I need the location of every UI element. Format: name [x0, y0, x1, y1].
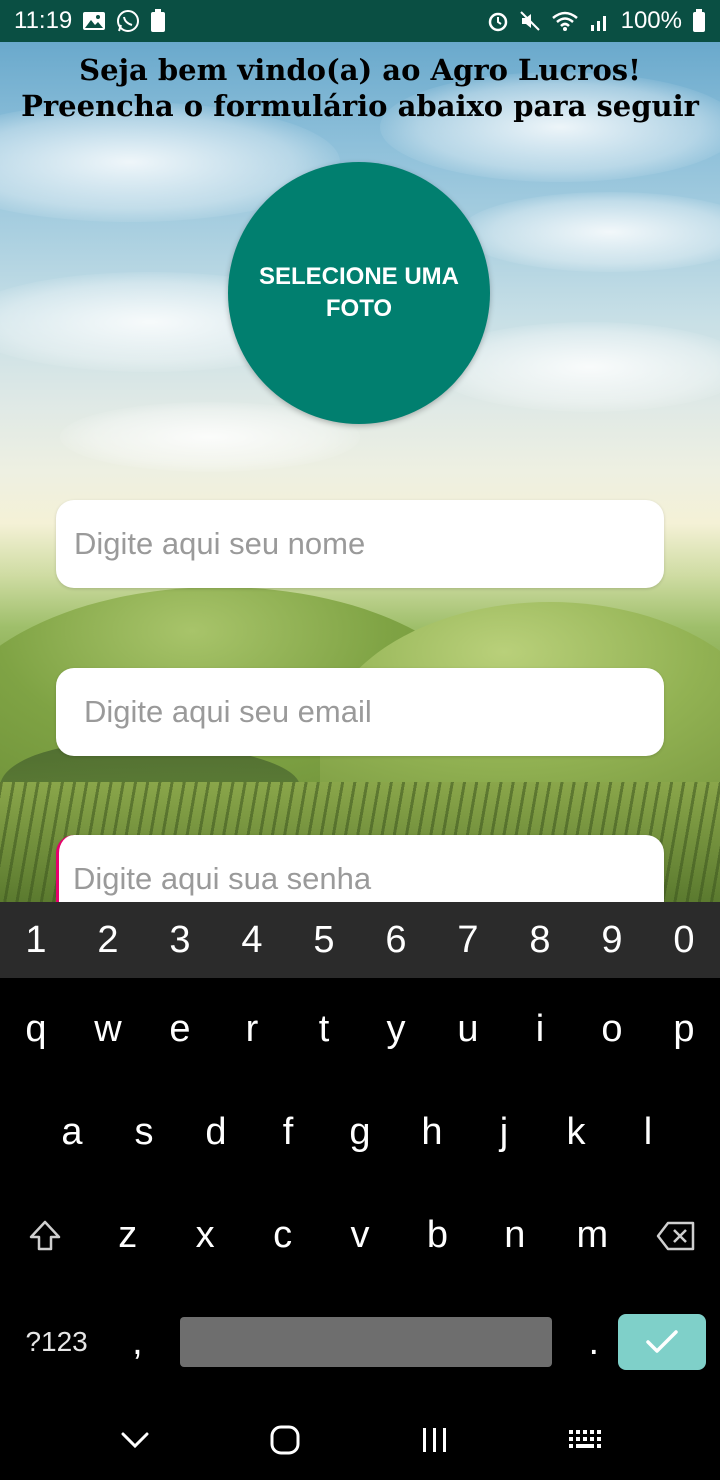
- key-c[interactable]: c: [244, 1214, 321, 1257]
- keyboard-row-asdf: a s d f g h j k l: [0, 1081, 720, 1184]
- key-s[interactable]: s: [108, 1111, 180, 1154]
- key-q[interactable]: q: [0, 1008, 72, 1051]
- recents-button[interactable]: [395, 1410, 475, 1470]
- key-j[interactable]: j: [468, 1111, 540, 1154]
- key-6[interactable]: 6: [360, 919, 432, 962]
- backspace-key[interactable]: [631, 1220, 720, 1252]
- back-chevron-icon: [121, 1432, 149, 1449]
- key-5[interactable]: 5: [288, 919, 360, 962]
- key-y[interactable]: y: [360, 1008, 432, 1051]
- key-z[interactable]: z: [89, 1214, 166, 1257]
- key-9[interactable]: 9: [576, 919, 648, 962]
- key-g[interactable]: g: [324, 1111, 396, 1154]
- home-icon: [270, 1425, 300, 1455]
- gallery-icon: [82, 11, 106, 31]
- key-o[interactable]: o: [576, 1008, 648, 1051]
- checkmark-icon: [646, 1330, 678, 1353]
- keyboard-toggle-button[interactable]: [545, 1410, 625, 1470]
- comma-key[interactable]: ,: [113, 1321, 162, 1364]
- period-key[interactable]: .: [570, 1321, 619, 1364]
- key-3[interactable]: 3: [144, 919, 216, 962]
- key-0[interactable]: 0: [648, 919, 720, 962]
- backspace-icon: [656, 1221, 694, 1250]
- shift-icon: [29, 1220, 60, 1250]
- key-d[interactable]: d: [180, 1111, 252, 1154]
- welcome-subtitle: Preencha o formulário abaixo para seguir: [21, 89, 699, 123]
- key-i[interactable]: i: [504, 1008, 576, 1051]
- shift-key[interactable]: [0, 1218, 89, 1254]
- key-v[interactable]: v: [321, 1214, 398, 1257]
- home-button[interactable]: [245, 1410, 325, 1470]
- key-u[interactable]: u: [432, 1008, 504, 1051]
- recents-icon: [423, 1428, 446, 1452]
- battery-percent: 100%: [620, 7, 682, 34]
- welcome-title: Seja bem vindo(a) ao Agro Lucros!: [79, 53, 641, 87]
- keyboard-row-qwerty: q w e r t y u i o p: [0, 978, 720, 1081]
- navigation-bar: [0, 1400, 720, 1480]
- key-k[interactable]: k: [540, 1111, 612, 1154]
- signal-icon: [589, 10, 611, 32]
- alarm-icon: [487, 10, 509, 32]
- space-key[interactable]: [179, 1317, 552, 1367]
- wifi-icon: [551, 10, 579, 32]
- key-h[interactable]: h: [396, 1111, 468, 1154]
- background-cloud: [460, 192, 720, 272]
- key-e[interactable]: e: [144, 1008, 216, 1051]
- welcome-heading: Seja bem vindo(a) ao Agro Lucros! Preenc…: [0, 52, 720, 124]
- back-button[interactable]: [95, 1410, 175, 1470]
- key-b[interactable]: b: [399, 1214, 476, 1257]
- keyboard-number-row: 1 2 3 4 5 6 7 8 9 0: [0, 902, 720, 978]
- key-4[interactable]: 4: [216, 919, 288, 962]
- keyboard-icon: [569, 1430, 601, 1448]
- key-2[interactable]: 2: [72, 919, 144, 962]
- name-field[interactable]: [56, 500, 664, 588]
- key-7[interactable]: 7: [432, 919, 504, 962]
- soft-keyboard: 1 2 3 4 5 6 7 8 9 0 q w e r t y u i o p …: [0, 902, 720, 1400]
- key-8[interactable]: 8: [504, 919, 576, 962]
- select-photo-button[interactable]: SELECIONE UMA FOTO: [228, 162, 490, 424]
- password-field[interactable]: [56, 835, 664, 902]
- key-a[interactable]: a: [36, 1111, 108, 1154]
- key-1[interactable]: 1: [0, 919, 72, 962]
- key-r[interactable]: r: [216, 1008, 288, 1051]
- symbols-key[interactable]: ?123: [0, 1326, 113, 1358]
- key-x[interactable]: x: [166, 1214, 243, 1257]
- keyboard-row-zxcv: z x c v b n m: [0, 1184, 720, 1287]
- signup-screen: Seja bem vindo(a) ao Agro Lucros! Preenc…: [0, 42, 720, 902]
- status-time: 11:19: [14, 7, 73, 34]
- key-l[interactable]: l: [612, 1111, 684, 1154]
- whatsapp-icon: [116, 9, 140, 33]
- status-bar: 11:19 100%: [0, 0, 720, 42]
- enter-key[interactable]: [618, 1314, 706, 1370]
- email-field[interactable]: [56, 668, 664, 756]
- key-w[interactable]: w: [72, 1008, 144, 1051]
- key-p[interactable]: p: [648, 1008, 720, 1051]
- battery-icon: [692, 9, 706, 33]
- key-t[interactable]: t: [288, 1008, 360, 1051]
- mute-icon: [519, 10, 541, 32]
- key-n[interactable]: n: [476, 1214, 553, 1257]
- battery-saver-icon: [150, 9, 166, 33]
- key-m[interactable]: m: [554, 1214, 631, 1257]
- keyboard-row-bottom: ?123 , .: [0, 1287, 720, 1397]
- key-f[interactable]: f: [252, 1111, 324, 1154]
